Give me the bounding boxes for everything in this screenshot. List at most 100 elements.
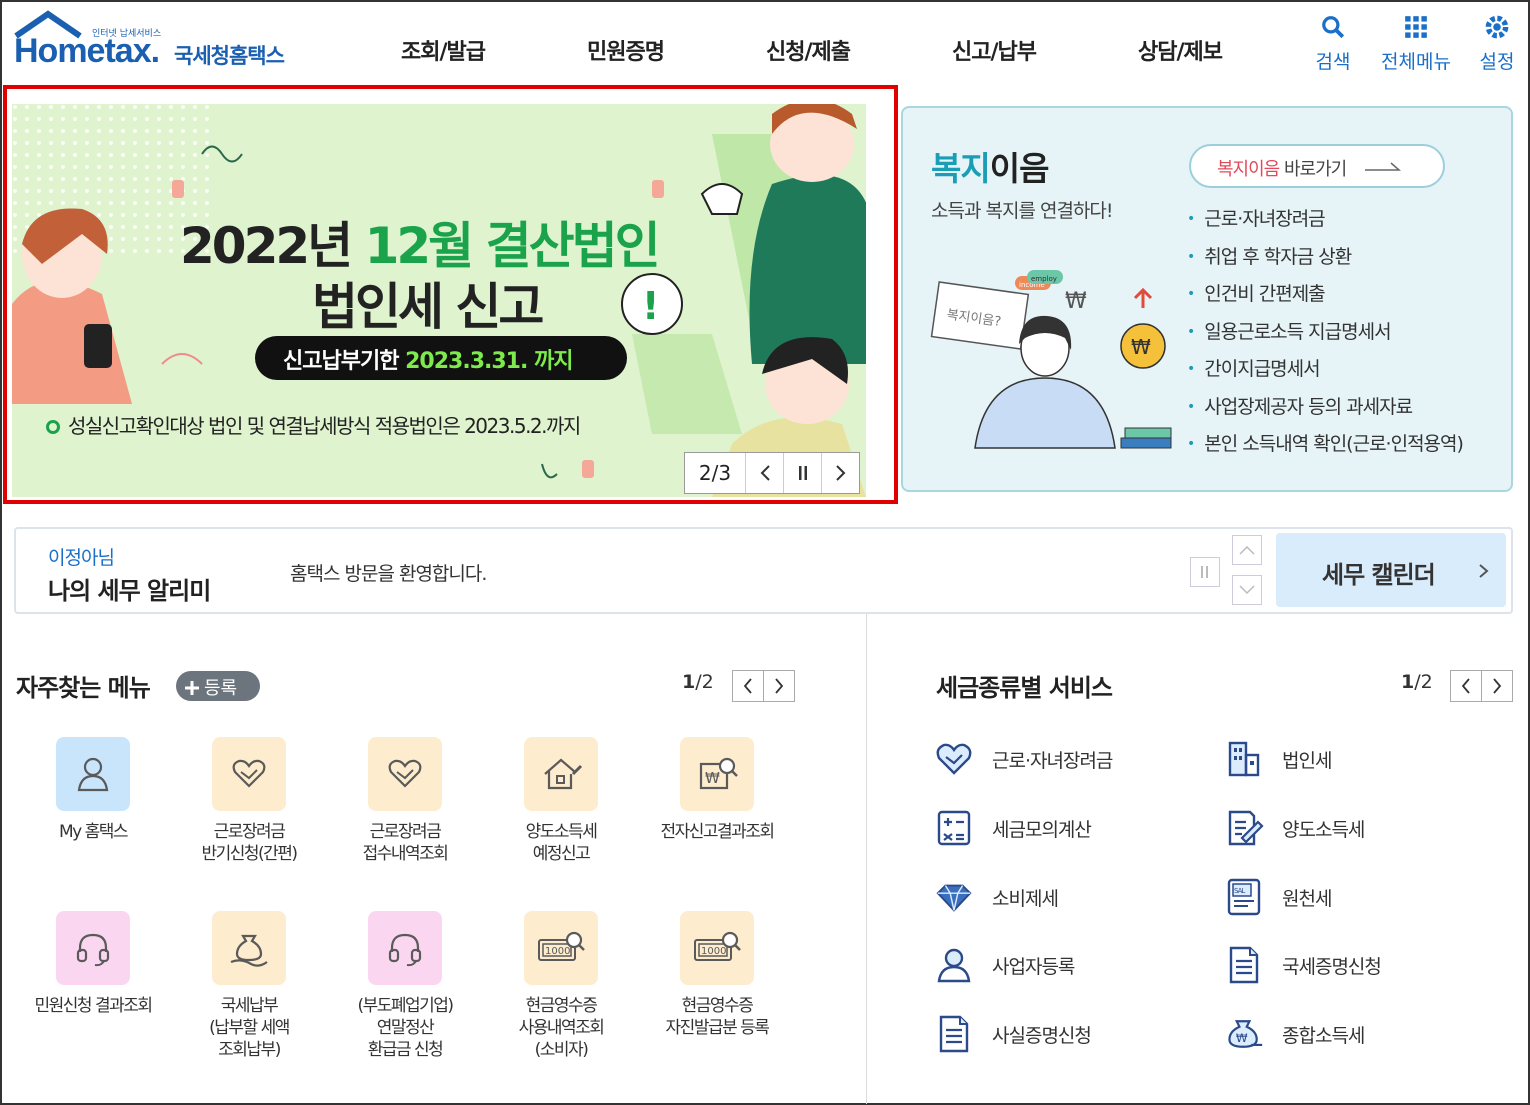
fav-menu-item[interactable]: 양도소득세 예정신고 (483, 737, 639, 865)
fav-menu-item[interactable]: 국세납부 (납부할 세액 조회납부) (171, 911, 327, 1061)
welfare-illustration: 복지이음? income employ ₩ ₩ (930, 270, 1172, 449)
tax-service-label: 종합소득세 (1282, 1024, 1365, 1047)
heart-hands-icon (212, 737, 286, 811)
tax-service-label: 법인세 (1282, 749, 1332, 772)
tax-service-label: 원천세 (1282, 887, 1332, 910)
headset-icon (56, 911, 130, 985)
plus-icon (185, 681, 199, 695)
nav-certificates[interactable]: 민원증명 (587, 34, 665, 66)
register-button[interactable]: 등록 (176, 671, 260, 701)
document-pen-icon (1224, 808, 1264, 848)
building-icon (1224, 739, 1264, 779)
svg-text:SAL: SAL (1234, 887, 1245, 895)
gear-icon (1485, 15, 1509, 39)
tax-service-item[interactable]: 소비제세 (934, 877, 1059, 917)
taxsvc-next-button[interactable] (1481, 670, 1513, 702)
alarm-down-button[interactable] (1232, 575, 1262, 605)
fav-menu-item[interactable]: 1000 현금영수증 사용내역조회 (소비자) (483, 911, 639, 1061)
welfare-item[interactable]: 사업장제공자 등의 과세자료 (1187, 392, 1463, 430)
fav-menu-label: 국세납부 (납부할 세액 조회납부) (209, 996, 290, 1060)
welfare-list: 근로·자녀장려금 취업 후 학자금 상환 인건비 간편제출 일용근로소득 지급명… (1187, 204, 1464, 467)
money-bag-icon: ₩ (1224, 1014, 1264, 1054)
won-search-icon: ₩ (680, 737, 754, 811)
welfare-item[interactable]: 근로·자녀장려금 (1187, 204, 1463, 242)
fav-prev-button[interactable] (732, 670, 764, 702)
tax-service-item[interactable]: 양도소득세 (1224, 808, 1365, 848)
taxsvc-prev-button[interactable] (1450, 670, 1482, 702)
welfare-shortcut-button[interactable]: 복지이음 바로가기 (1189, 144, 1445, 188)
chevron-up-icon (1239, 545, 1255, 555)
heart-hands-icon (368, 737, 442, 811)
fav-menu-item[interactable]: 근로장려금 접수내역조회 (327, 737, 483, 865)
alarm-pause-button[interactable] (1190, 557, 1220, 587)
taxsvc-pager: 1/2 (1401, 671, 1433, 693)
tax-service-item[interactable]: 사업자등록 (934, 945, 1075, 985)
all-menu-button[interactable]: 전체메뉴 (1378, 14, 1454, 74)
nav-report-pay[interactable]: 신고/납부 (952, 34, 1037, 66)
tax-service-item[interactable]: 국세증명신청 (1224, 945, 1382, 985)
grid-icon (1405, 16, 1427, 38)
fav-menu-label: 민원신청 결과조회 (34, 996, 153, 1016)
fav-menu-item[interactable]: ₩ 전자신고결과조회 (639, 737, 795, 843)
tax-service-item[interactable]: SAL 원천세 (1224, 877, 1332, 917)
user-name[interactable]: 이정아님 (48, 543, 115, 570)
salary-doc-icon: SAL (1224, 877, 1264, 917)
chevron-left-icon (760, 465, 770, 481)
tax-calendar-button[interactable]: 세무 캘린더 (1276, 533, 1506, 607)
search-button[interactable]: 검색 (1310, 14, 1356, 74)
receipt-search-icon: 1000 (524, 911, 598, 985)
welfare-subtitle: 소득과 복지를 연결하다! (931, 200, 1113, 222)
welfare-item[interactable]: 취업 후 학자금 상환 (1187, 242, 1463, 280)
hometax-logo[interactable]: 인터넷 납세서비스 Hometax. 국세청홈택스 (12, 10, 302, 80)
banner-prev-button[interactable] (745, 453, 783, 493)
fav-menu-label: 근로장려금 반기신청(간편) (201, 822, 298, 864)
receipt-search-icon: 1000 (680, 911, 754, 985)
tax-service-item[interactable]: 법인세 (1224, 739, 1332, 779)
settings-label: 설정 (1479, 51, 1515, 73)
tax-service-item[interactable]: ₩ 종합소득세 (1224, 1014, 1365, 1054)
fav-menu-label: 현금영수증 자진발급분 등록 (665, 996, 770, 1038)
fav-menu-item[interactable]: 민원신청 결과조회 (15, 911, 171, 1017)
money-bag-hand-icon (212, 911, 286, 985)
fav-menu-item[interactable]: (부도폐업기업) 연말정산 환급금 신청 (327, 911, 483, 1061)
tax-alarm-bar: 이정아님 나의 세무 알리미 홈택스 방문을 환영합니다. 세무 캘린더 (14, 527, 1513, 614)
welfare-item[interactable]: 일용근로소득 지급명세서 (1187, 317, 1463, 355)
search-icon (1322, 16, 1345, 39)
fav-menu-item[interactable]: 1000 현금영수증 자진발급분 등록 (639, 911, 795, 1039)
search-label: 검색 (1315, 51, 1351, 73)
main-banner[interactable]: ! 2022년 12월 결산법인 법인세 신고 신고납부기한 2023.3.31… (12, 104, 866, 497)
all-menu-label: 전체메뉴 (1381, 51, 1451, 73)
fav-menu-item[interactable]: 근로장려금 반기신청(간편) (171, 737, 327, 865)
tax-service-item[interactable]: 근로·자녀장려금 (934, 739, 1113, 779)
alarm-up-button[interactable] (1232, 535, 1262, 565)
tax-service-label: 세금모의계산 (992, 818, 1092, 841)
settings-button[interactable]: 설정 (1474, 14, 1520, 74)
tax-service-item[interactable]: 세금모의계산 (934, 808, 1092, 848)
welfare-item[interactable]: 본인 소득내역 확인(근로·인적용역) (1187, 429, 1464, 467)
banner-title-line2: 법인세 신고 (312, 278, 544, 336)
svg-text:₩: ₩ (705, 769, 720, 787)
arrow-right-icon (1364, 162, 1401, 171)
fav-menu-label: (부도폐업기업) 연말정산 환급금 신청 (357, 996, 454, 1060)
banner-next-button[interactable] (821, 453, 859, 493)
chevron-down-icon (1239, 585, 1255, 595)
chevron-right-icon (835, 465, 845, 481)
house-pen-icon (524, 737, 598, 811)
nav-inquiry[interactable]: 조회/발급 (401, 34, 486, 66)
deadline-pill: 신고납부기한 2023.3.31. 까지 (255, 336, 627, 380)
nav-consult[interactable]: 상담/제보 (1138, 34, 1223, 66)
document-icon (1224, 945, 1264, 985)
fav-menu-label: 근로장려금 접수내역조회 (362, 822, 449, 864)
welfare-item[interactable]: 간이지급명세서 (1187, 354, 1463, 392)
welfare-item[interactable]: 인건비 간편제출 (1187, 279, 1463, 317)
chevron-left-icon (1461, 678, 1470, 694)
nav-apply[interactable]: 신청/제출 (766, 34, 851, 66)
tax-service-label: 근로·자녀장려금 (992, 749, 1113, 772)
banner-pause-button[interactable] (783, 453, 821, 493)
fav-next-button[interactable] (763, 670, 795, 702)
tax-service-label: 사실증명신청 (992, 1024, 1092, 1047)
tax-service-item[interactable]: 사실증명신청 (934, 1014, 1092, 1054)
fav-menu-item[interactable]: My 홈택스 (15, 737, 171, 843)
exclamation-mark: ! (642, 284, 659, 328)
svg-text:₩: ₩ (1236, 1031, 1248, 1045)
